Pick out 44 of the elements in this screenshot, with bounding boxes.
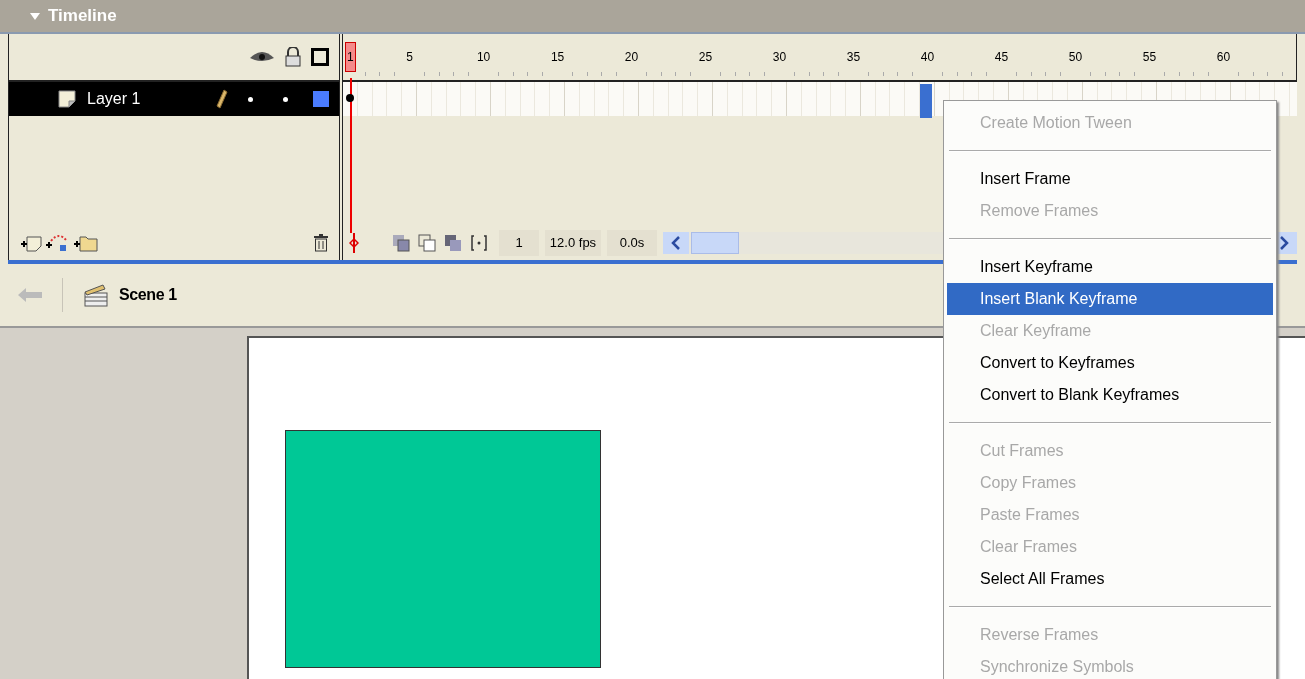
onion-skin-icon[interactable] [391, 233, 411, 253]
scroll-thumb[interactable] [691, 232, 739, 254]
eye-icon[interactable] [249, 50, 275, 64]
menu-item[interactable]: Convert to Blank Keyframes [947, 379, 1273, 411]
frame-number: 20 [624, 49, 639, 66]
frame-number: 45 [994, 49, 1009, 66]
layer-row[interactable]: Layer 1 [9, 82, 339, 116]
playhead[interactable]: 1 [345, 42, 356, 72]
outline-icon[interactable] [311, 48, 329, 66]
menu-item[interactable]: Insert Blank Keyframe [947, 283, 1273, 315]
trash-icon[interactable] [313, 234, 329, 252]
frame-number: 15 [550, 49, 565, 66]
scene-name: Scene 1 [119, 285, 177, 305]
layer-icon [57, 89, 79, 109]
frame-number: 50 [1068, 49, 1083, 66]
frame-number: 5 [406, 49, 413, 66]
clapperboard-icon [83, 283, 109, 307]
menu-item[interactable]: Convert to Keyframes [947, 347, 1273, 379]
onion-markers-icon[interactable] [469, 233, 489, 253]
frame-number: 55 [1142, 49, 1157, 66]
frame-number: 40 [920, 49, 935, 66]
lock-icon[interactable] [285, 47, 301, 67]
pencil-icon [216, 89, 228, 109]
add-folder-icon[interactable] [73, 234, 99, 252]
frame-number: 30 [772, 49, 787, 66]
current-frame: 1 [499, 230, 539, 256]
layer-color-swatch[interactable] [313, 91, 329, 107]
frame-number: 10 [476, 49, 491, 66]
panel-title: Timeline [48, 5, 117, 28]
menu-item[interactable]: Insert Keyframe [947, 251, 1273, 283]
scroll-left-icon[interactable] [663, 232, 689, 254]
frame-number: 60 [1216, 49, 1231, 66]
layer-name: Layer 1 [87, 89, 141, 109]
elapsed-time: 0.0s [607, 230, 657, 256]
menu-item[interactable]: Insert Frame [947, 163, 1273, 195]
onion-outline-icon[interactable] [417, 233, 437, 253]
menu-item[interactable]: Select All Frames [947, 563, 1273, 595]
frame-number: 35 [846, 49, 861, 66]
add-layer-icon[interactable] [19, 234, 43, 252]
frame-number: 25 [698, 49, 713, 66]
center-frame-icon[interactable] [349, 233, 359, 253]
frame-rate: 12.0 fps [545, 230, 601, 256]
keyframe-icon[interactable] [346, 94, 354, 102]
edit-multiple-frames-icon[interactable] [443, 233, 463, 253]
